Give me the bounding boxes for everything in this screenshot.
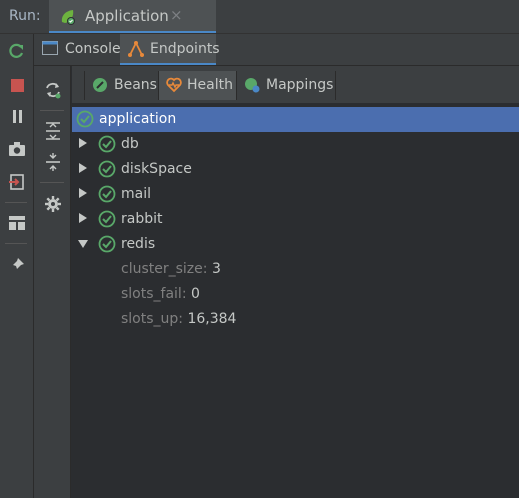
tab-mappings[interactable]: Mappings [237, 71, 336, 100]
status-ok-icon [98, 160, 116, 178]
detail-row: slots_fail: 0 [72, 282, 519, 307]
endpoint-tabs: Beans Health Mappings [72, 66, 519, 103]
tab-beans[interactable]: Beans [84, 71, 159, 100]
pin-icon[interactable] [7, 255, 27, 275]
tree-item-mail[interactable]: mail [72, 182, 519, 207]
expand-arrow-icon[interactable] [79, 188, 87, 198]
refresh-icon[interactable] [43, 80, 63, 100]
tab-console[interactable]: Console [34, 34, 121, 65]
beans-icon [93, 78, 107, 92]
divider [40, 110, 64, 111]
tree-label: diskSpace [121, 161, 192, 177]
endpoints-icon [128, 40, 144, 57]
detail-value: 0 [191, 286, 200, 302]
console-icon [42, 41, 58, 55]
status-ok-icon [98, 185, 116, 203]
collapse-arrow-icon[interactable] [78, 240, 88, 248]
detail-value: 16,384 [187, 311, 237, 327]
settings-icon[interactable] [43, 194, 63, 214]
detail-key: slots_up: [121, 311, 184, 327]
pause-icon[interactable] [7, 106, 27, 126]
divider [40, 182, 64, 183]
camera-icon[interactable] [7, 139, 27, 159]
exit-icon[interactable] [7, 172, 27, 192]
tab-console-label: Console [65, 41, 121, 57]
health-tree: application db diskSpace mail rabbit red… [72, 103, 519, 498]
tab-mappings-label: Mappings [266, 77, 334, 93]
tab-beans-label: Beans [114, 77, 157, 93]
expand-arrow-icon[interactable] [79, 163, 87, 173]
detail-value: 3 [211, 261, 221, 277]
divider [5, 202, 27, 203]
endpoints-toolbar [34, 66, 71, 498]
detail-key: slots_fail: [121, 286, 187, 302]
tree-label: rabbit [121, 211, 163, 227]
detail-key: cluster_size: [121, 261, 208, 277]
expand-arrow-icon[interactable] [79, 138, 87, 148]
status-ok-icon [98, 210, 116, 228]
tree-label: mail [121, 186, 151, 202]
spring-boot-icon [61, 10, 75, 25]
tree-item-db[interactable]: db [72, 132, 519, 157]
tab-health-label: Health [187, 77, 233, 93]
tree-label: redis [121, 236, 156, 252]
tab-title: Application [85, 7, 169, 25]
stop-icon[interactable] [7, 75, 27, 95]
tree-item-redis[interactable]: redis [72, 232, 519, 257]
detail-row: slots_up: 16,384 [72, 307, 519, 332]
detail-entry: slots_up: 16,384 [121, 311, 236, 327]
run-label: Run: [9, 8, 41, 24]
tree-label: application [99, 111, 177, 127]
close-icon[interactable]: × [170, 6, 183, 24]
run-toolbar: Run: Application × [0, 0, 519, 34]
detail-row: cluster_size: 3 [72, 257, 519, 282]
status-ok-icon [76, 110, 94, 128]
tab-health[interactable]: Health [159, 71, 237, 100]
tree-item-rabbit[interactable]: rabbit [72, 207, 519, 232]
divider [5, 243, 27, 244]
expand-arrow-icon[interactable] [79, 213, 87, 223]
detail-entry: cluster_size: 3 [121, 261, 221, 277]
mappings-icon [245, 78, 260, 93]
tab-application[interactable]: Application × [49, 0, 216, 33]
run-subtabs: Console Endpoints [34, 34, 519, 66]
tree-item-diskspace[interactable]: diskSpace [72, 157, 519, 182]
tree-root-application[interactable]: application [72, 107, 519, 132]
expand-all-icon[interactable] [43, 121, 63, 141]
health-icon [166, 77, 182, 93]
tab-endpoints[interactable]: Endpoints [120, 34, 220, 65]
status-ok-icon [98, 235, 116, 253]
tab-endpoints-label: Endpoints [150, 41, 220, 57]
collapse-all-icon[interactable] [43, 152, 63, 172]
rerun-icon[interactable] [7, 41, 27, 61]
tree-label: db [121, 136, 139, 152]
layout-icon[interactable] [7, 213, 27, 233]
detail-entry: slots_fail: 0 [121, 286, 200, 302]
run-side-toolbar [0, 34, 34, 498]
status-ok-icon [98, 135, 116, 153]
